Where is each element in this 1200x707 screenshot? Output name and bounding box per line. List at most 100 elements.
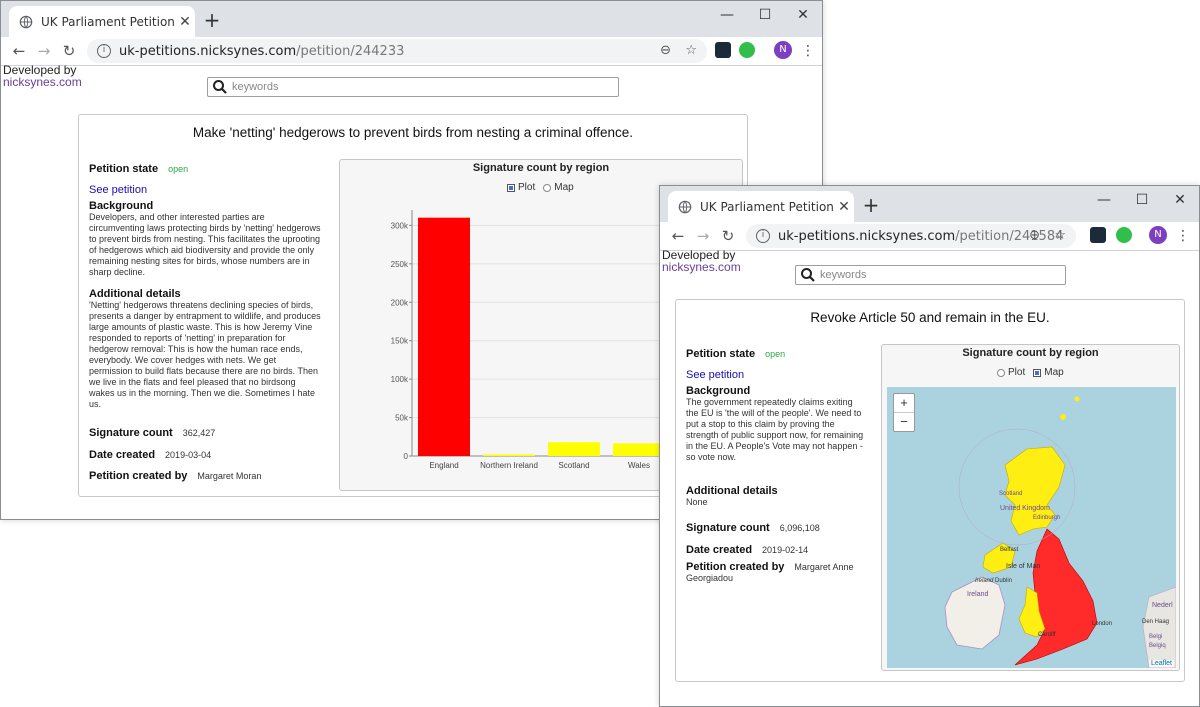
address-bar[interactable]: i uk-petitions.nicksynes.com/petition/24… [87, 39, 707, 63]
extension-icon[interactable] [739, 42, 755, 58]
map-radio-unselected [543, 183, 552, 192]
bar-england [418, 217, 470, 456]
sigcount-row: Signature count 6,096,108 [686, 518, 820, 536]
map-label-edinburgh: Edinburgh [1033, 515, 1061, 521]
window-controls: — ☐ ✕ [1085, 186, 1199, 214]
bar-scotland [548, 442, 600, 456]
menu-icon[interactable]: ⋮ [801, 41, 815, 61]
react-devtools-icon[interactable] [715, 42, 731, 58]
developer-credit: Developed by nicksynes.com [3, 64, 82, 88]
profile-avatar[interactable]: N [774, 41, 792, 59]
info-icon[interactable]: i [97, 44, 111, 58]
petition-state-row: Petition state open [686, 344, 785, 362]
petition-title: Revoke Article 50 and remain in the EU. [810, 310, 1050, 325]
browser-tab[interactable]: UK Parliament Petitions (React Ap ✕ [668, 191, 854, 222]
close-tab-icon[interactable]: ✕ [834, 199, 854, 215]
maximize-icon[interactable]: ☐ [1123, 186, 1161, 214]
new-tab-icon[interactable]: + [201, 9, 223, 31]
url-host: uk-petitions.nicksynes.com [778, 228, 956, 244]
reload-icon[interactable]: ↻ [718, 226, 738, 246]
background-label: Background [686, 385, 751, 397]
developer-link[interactable]: nicksynes.com [662, 261, 741, 273]
url-path: /petition/244233 [296, 43, 405, 59]
address-bar[interactable]: i uk-petitions.nicksynes.com/petition/24… [746, 224, 1076, 248]
zoom-out-button[interactable]: − [894, 412, 914, 431]
map-label-belgie: Belgi [1149, 634, 1163, 640]
sigcount-value: 6,096,108 [779, 523, 820, 533]
map-radio[interactable]: Map [1033, 367, 1064, 378]
back-icon[interactable]: ← [9, 41, 29, 61]
bookmark-star-icon[interactable]: ☆ [1054, 228, 1066, 243]
petition-state-value: open [168, 164, 189, 174]
browser-toolbar: ← → ↻ i uk-petitions.nicksynes.com/petit… [660, 222, 1199, 251]
plot-label: Plot [1008, 367, 1026, 378]
map-label-united-kingdom: United Kingdom [1000, 505, 1050, 512]
map-label-belfast: Belfast [1000, 547, 1019, 553]
search-input[interactable]: keywords [795, 265, 1066, 285]
close-tab-icon[interactable]: ✕ [175, 14, 195, 30]
creator-label: Petition created by [686, 561, 785, 573]
x-tick-label: Wales [628, 461, 650, 470]
petition-state-row: Petition state open [89, 159, 188, 177]
close-window-icon[interactable]: ✕ [1161, 186, 1199, 214]
info-icon[interactable]: i [756, 229, 770, 243]
creator-value-line2: Georgiadou [686, 573, 734, 583]
maximize-icon[interactable]: ☐ [746, 1, 784, 29]
map-label: Map [554, 182, 574, 193]
leaflet-attribution[interactable]: Leaflet [1148, 660, 1174, 667]
shetland-island [1074, 396, 1080, 402]
plot-label: Plot [518, 182, 536, 193]
background-label: Background [89, 200, 154, 212]
date-label: Date created [89, 449, 156, 461]
petition-state-label: Petition state [89, 163, 159, 175]
details-label: Additional details [89, 288, 181, 300]
date-row: Date created 2019-02-14 [686, 540, 808, 558]
map-label-isle-of-man: Isle of Man [1006, 563, 1041, 570]
map-radio[interactable]: Map [543, 182, 574, 193]
sigcount-label: Signature count [686, 522, 770, 534]
reload-icon[interactable]: ↻ [59, 41, 79, 61]
extension-icon[interactable] [1116, 227, 1132, 243]
react-devtools-icon[interactable] [1090, 227, 1106, 243]
zoom-in-button[interactable]: + [894, 394, 914, 412]
profile-avatar[interactable]: N [1149, 226, 1167, 244]
forward-icon[interactable]: → [34, 41, 54, 61]
bookmark-star-icon[interactable]: ☆ [685, 43, 697, 58]
tab-strip: UK Parliament Petitions (React Ap ✕ + — … [660, 186, 1199, 222]
browser-tab[interactable]: UK Parliament Petitions (React Ap ✕ [9, 6, 195, 37]
close-window-icon[interactable]: ✕ [784, 1, 822, 29]
sigcount-label: Signature count [89, 427, 173, 439]
see-petition-link[interactable]: See petition [89, 184, 147, 196]
plot-radio[interactable]: Plot [997, 367, 1025, 378]
see-petition-link[interactable]: See petition [686, 369, 744, 381]
map-label-cardiff: Cardiff [1038, 632, 1056, 638]
zoom-icon[interactable]: ⊖ [1029, 228, 1040, 243]
map-label-den-haag: Den Haag [1142, 619, 1170, 625]
y-tick-label: 300k [391, 221, 409, 230]
map-label-london: London [1092, 621, 1113, 627]
tab-title: UK Parliament Petitions (React Ap [700, 199, 834, 214]
search-input[interactable]: keywords [207, 77, 619, 97]
petition-card: Revoke Article 50 and remain in the EU. … [675, 299, 1185, 682]
minimize-icon[interactable]: — [708, 1, 746, 29]
new-tab-icon[interactable]: + [860, 194, 882, 216]
x-tick-label: Northern Ireland [480, 461, 538, 470]
zoom-icon[interactable]: ⊖ [660, 43, 671, 58]
ireland-land [944, 576, 1006, 650]
minimize-icon[interactable]: — [1085, 186, 1123, 214]
region-map[interactable]: + − Scotland United Kingdom Edinburgh Be… [887, 387, 1176, 668]
search-icon [801, 268, 815, 282]
back-icon[interactable]: ← [668, 226, 688, 246]
forward-icon[interactable]: → [693, 226, 713, 246]
x-tick-label: Scotland [558, 461, 589, 470]
zoom-control: + − [893, 393, 915, 432]
developer-link[interactable]: nicksynes.com [3, 76, 82, 88]
search-placeholder: keywords [232, 81, 279, 93]
tab-strip: UK Parliament Petitions (React Ap ✕ + — … [1, 1, 822, 37]
plot-radio-unselected [997, 368, 1005, 377]
plot-radio-selected [507, 183, 515, 192]
background-section: Background Developers, and other interes… [89, 201, 321, 278]
menu-icon[interactable]: ⋮ [1176, 226, 1190, 246]
background-text: Developers, and other interested parties… [89, 212, 321, 277]
plot-radio[interactable]: Plot [507, 182, 535, 193]
